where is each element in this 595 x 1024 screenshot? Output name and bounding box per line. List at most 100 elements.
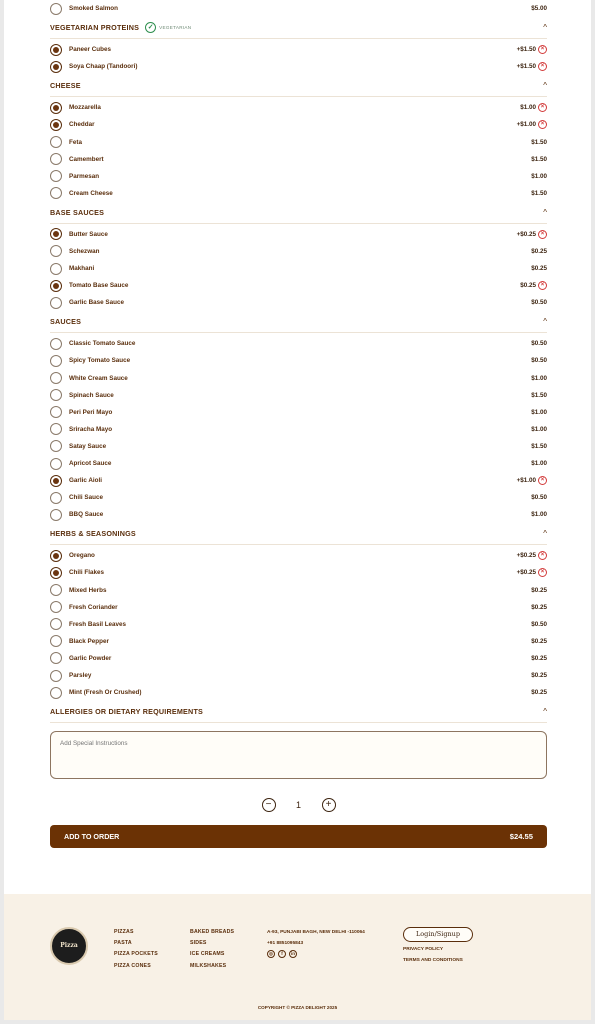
radio-selected[interactable] [50,60,62,73]
option-row[interactable]: Classic Tomato Sauce $0.50 [50,335,547,352]
option-row[interactable]: Oregano +$0.25 × [50,547,547,564]
decrease-quantity-button[interactable]: − [261,798,276,813]
option-row[interactable]: Paneer Cubes +$1.50 × [50,41,547,58]
option-row[interactable]: Mixed Herbs $0.25 [50,582,547,599]
radio-unselected[interactable] [50,136,62,149]
option-row[interactable]: Garlic Powder $0.25 [50,650,547,667]
option-row[interactable]: White Cream Sauce $1.00 [50,370,547,387]
radio-selected[interactable] [50,118,62,131]
remove-icon[interactable]: × [538,476,547,486]
chevron-up-icon[interactable]: ^ [543,707,547,716]
radio-selected[interactable] [50,566,62,579]
option-row[interactable]: BBQ Sauce $1.00 [50,506,547,523]
radio-selected[interactable] [50,101,62,114]
radio-unselected[interactable] [50,354,62,367]
remove-icon[interactable]: × [538,229,547,239]
radio-unselected[interactable] [50,457,62,470]
radio-unselected[interactable] [50,423,62,436]
chevron-up-icon[interactable]: ^ [543,317,547,326]
option-row[interactable]: Mint (Fresh Or Crushed) $0.25 [50,684,547,701]
instagram-icon[interactable]: ◎ [267,950,275,958]
radio-selected[interactable] [50,474,62,487]
remove-icon[interactable]: × [538,103,547,113]
footer-link-pizza-pockets[interactable]: PIZZA POCKETS [114,949,158,960]
radio-unselected[interactable] [50,372,62,385]
radio-unselected[interactable] [50,618,62,631]
radio-unselected[interactable] [50,262,62,275]
radio-unselected[interactable] [50,584,62,597]
option-row[interactable]: Tomato Base Sauce $0.25 × [50,277,547,294]
radio-unselected[interactable] [50,389,62,402]
option-row[interactable]: Satay Sauce $1.50 [50,438,547,455]
option-row[interactable]: Parsley $0.25 [50,667,547,684]
radio-unselected[interactable] [50,440,62,453]
option-row[interactable]: Camembert $1.50 [50,151,547,168]
option-row[interactable]: Spicy Tomato Sauce $0.50 [50,352,547,369]
option-row[interactable]: Parmesan $1.00 [50,168,547,185]
option-row[interactable]: Spinach Sauce $1.50 [50,387,547,404]
option-row[interactable]: Peri Peri Mayo $1.00 [50,404,547,421]
option-row[interactable]: Cheddar +$1.00 × [50,116,547,133]
radio-unselected[interactable] [50,406,62,419]
remove-icon[interactable]: × [538,120,547,130]
option-row[interactable]: Garlic Base Sauce $0.50 [50,294,547,311]
footer-link-pizza-cones[interactable]: PIZZA CONES [114,961,158,972]
option-row[interactable]: Cream Cheese $1.50 [50,185,547,202]
chevron-up-icon[interactable]: ^ [543,23,547,32]
radio-unselected[interactable] [50,601,62,614]
radio-selected[interactable] [50,228,62,241]
radio-unselected[interactable] [50,296,62,309]
radio-unselected[interactable] [50,635,62,648]
footer-link-ice-creams[interactable]: ICE CREAMS [190,949,234,960]
pizza-delight-logo[interactable]: Pizza [50,927,88,965]
footer-link-baked-breads[interactable]: BAKED BREADS [190,927,234,938]
option-row[interactable]: Soya Chaap (Tandoori) +$1.50 × [50,58,547,75]
add-to-order-button[interactable]: ADD TO ORDER $24.55 [50,825,547,849]
option-row[interactable]: Chili Sauce $0.50 [50,489,547,506]
radio-unselected[interactable] [50,153,62,166]
chevron-up-icon[interactable]: ^ [543,208,547,217]
privacy-policy-link[interactable]: PRIVACY POLICY [403,944,473,955]
remove-icon[interactable]: × [538,281,547,291]
remove-icon[interactable]: × [538,62,547,72]
option-row[interactable]: Schezwan $0.25 [50,243,547,260]
remove-icon[interactable]: × [538,45,547,55]
option-row[interactable]: Black Pepper $0.25 [50,633,547,650]
option-row[interactable]: Makhani $0.25 [50,260,547,277]
radio-unselected[interactable] [50,652,62,665]
section-header[interactable]: HERBS & SEASONINGS ^ [50,523,547,546]
option-row[interactable]: Mozzarella $1.00 × [50,99,547,116]
footer-link-sides[interactable]: SIDES [190,938,234,949]
section-header[interactable]: CHEESE ^ [50,75,547,98]
radio-unselected[interactable] [50,187,62,200]
facebook-icon[interactable]: f [278,950,286,958]
radio-selected[interactable] [50,549,62,562]
radio-unselected[interactable] [50,337,62,350]
option-row[interactable]: Feta $1.50 [50,133,547,150]
option-row[interactable]: Apricot Sauce $1.00 [50,455,547,472]
option-row[interactable]: Garlic Aioli +$1.00 × [50,472,547,489]
radio-unselected[interactable] [50,669,62,682]
chevron-up-icon[interactable]: ^ [543,81,547,90]
increase-quantity-button[interactable]: + [321,798,336,813]
radio-unselected[interactable] [50,508,62,521]
option-row[interactable]: Chili Flakes +$0.25 × [50,564,547,581]
radio-unselected[interactable] [50,2,62,15]
remove-icon[interactable]: × [538,568,547,578]
radio-unselected[interactable] [50,491,62,504]
remove-icon[interactable]: × [538,551,547,561]
radio-unselected[interactable] [50,686,62,699]
option-row[interactable]: Fresh Basil Leaves $0.50 [50,616,547,633]
section-header[interactable]: VEGETARIAN PROTEINS ✓ VEGETARIAN ^ [50,17,547,40]
option-row[interactable]: Smoked Salmon $5.00 [50,0,547,17]
radio-unselected[interactable] [50,245,62,258]
section-header[interactable]: BASE SAUCES ^ [50,202,547,224]
section-header[interactable]: SAUCES ^ [50,311,547,334]
option-row[interactable]: Fresh Coriander $0.25 [50,599,547,616]
terms-link[interactable]: TERMS AND CONDITIONS [403,955,473,966]
radio-selected[interactable] [50,43,62,56]
radio-unselected[interactable] [50,170,62,183]
allergies-section-header[interactable]: ALLERGIES OR DIETARY REQUIREMENTS ^ [50,701,547,724]
linkedin-icon[interactable]: in [289,950,297,958]
footer-link-pizzas[interactable]: PIZZAS [114,927,158,938]
